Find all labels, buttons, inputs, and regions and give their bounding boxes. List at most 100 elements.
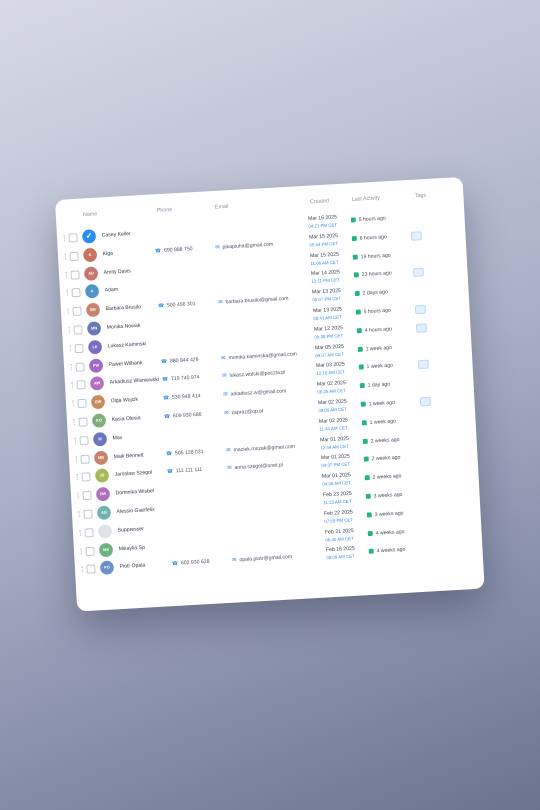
email-value[interactable]: maciek.roszak@gmail.com [226, 444, 295, 454]
row-checkbox[interactable] [77, 398, 87, 409]
contact-name[interactable]: Kiga [103, 251, 114, 257]
row-checkbox[interactable] [81, 472, 91, 482]
col-created-header[interactable]: Created [310, 198, 329, 205]
drag-handle-icon[interactable] [69, 345, 73, 352]
row-checkbox[interactable] [79, 435, 89, 446]
phone-value[interactable]: 609 930 686 [164, 412, 202, 420]
row-checkbox[interactable] [72, 306, 82, 317]
contact-name[interactable]: Maik Bennett [113, 452, 143, 460]
drag-handle-icon[interactable] [71, 382, 75, 389]
created-time: 12:44 AM CET [320, 443, 349, 450]
created-cell: Mar 01 2025 04:36 AM CET [322, 472, 352, 487]
row-checkbox[interactable] [83, 509, 93, 519]
phone-value[interactable]: 690 888 750 [155, 246, 193, 254]
col-email-header[interactable]: Email [215, 204, 229, 211]
contact-name[interactable]: Pawel Wilbank [109, 360, 143, 368]
phone-value[interactable]: 500 456 301 [158, 301, 196, 309]
drag-handle-icon[interactable] [70, 363, 74, 370]
drag-handle-icon[interactable] [78, 511, 82, 518]
row-checkbox[interactable] [68, 233, 78, 243]
created-cell: Mar 13 2025 05:07 PM CET [312, 288, 342, 303]
tag-badge[interactable] [419, 396, 431, 407]
row-checkbox[interactable] [86, 564, 96, 575]
tag-badge[interactable] [417, 360, 429, 370]
row-checkbox[interactable] [69, 251, 79, 261]
row-checkbox[interactable] [75, 362, 85, 372]
contact-name[interactable]: Dominika Wisbet [115, 488, 154, 496]
email-value[interactable]: lukasz.wolski@poczta.pl [222, 370, 285, 379]
row-checkbox[interactable] [71, 288, 81, 298]
drag-handle-icon[interactable] [75, 455, 79, 462]
drag-handle-icon[interactable] [68, 326, 72, 333]
tag-badge[interactable] [412, 267, 425, 278]
drag-handle-icon[interactable] [73, 418, 77, 425]
drag-handle-icon[interactable] [72, 400, 76, 407]
row-checkbox[interactable] [76, 380, 86, 390]
row-checkbox[interactable] [73, 325, 83, 335]
tag-badge[interactable] [414, 304, 427, 315]
contact-name[interactable]: Alessio Gianfelix [116, 507, 154, 515]
col-phone-header[interactable]: Phone [157, 207, 173, 214]
last-activity: 4 weeks ago [368, 529, 404, 537]
row-checkbox[interactable] [80, 454, 90, 464]
contact-name[interactable]: Amity Davis [104, 268, 131, 275]
drag-handle-icon[interactable] [81, 566, 85, 573]
drag-handle-icon[interactable] [76, 474, 80, 481]
email-value[interactable]: barbara.brusilo@gmail.com [218, 296, 288, 306]
contact-name[interactable]: Barbara Brusilo [106, 304, 142, 312]
contact-name[interactable]: Jaroslaw Szegol [114, 470, 152, 478]
drag-handle-icon[interactable] [80, 547, 84, 554]
row-checkbox[interactable] [84, 527, 94, 538]
tag-badge[interactable] [410, 231, 423, 241]
row-checkbox[interactable] [82, 491, 92, 501]
phone-value[interactable]: 719 740 974 [162, 375, 200, 383]
row-checkbox[interactable] [74, 343, 84, 353]
phone-value[interactable]: 602 930 628 [172, 559, 210, 567]
row-checkbox[interactable] [78, 417, 88, 427]
created-cell: Mar 02 2025 09:09 AM CET [318, 399, 348, 414]
contact-name[interactable]: Casey Keller [102, 231, 131, 239]
drag-handle-icon[interactable] [79, 529, 83, 536]
email-value[interactable]: arkadiusz.w@gmail.com [223, 389, 286, 398]
contact-name[interactable]: Mikaylia Sp [118, 544, 145, 551]
drag-handle-icon[interactable] [65, 271, 69, 278]
last-activity: 1 week ago [359, 363, 393, 371]
email-value[interactable]: opala.piotr@gmail.com [232, 555, 292, 564]
phone-value[interactable]: 505 128 031 [166, 449, 204, 457]
phone-value[interactable]: 530 948 414 [163, 393, 201, 401]
avatar: K [82, 247, 98, 263]
contact-name[interactable]: Max [112, 435, 122, 441]
avatar: A [84, 284, 100, 299]
last-activity: 4 hours ago [357, 326, 392, 334]
phone-value[interactable]: 880 844 429 [161, 357, 199, 365]
contact-name[interactable]: Piotr Opala [119, 563, 145, 570]
avatar: MB [93, 450, 109, 465]
drag-handle-icon[interactable] [63, 234, 67, 241]
email-value[interactable]: zapraz@op.pl [224, 408, 263, 416]
drag-handle-icon[interactable] [77, 492, 81, 499]
row-checkbox[interactable] [85, 546, 95, 556]
contact-name[interactable]: Olga Wojcik [110, 397, 138, 404]
tag-badge[interactable] [415, 323, 428, 333]
drag-handle-icon[interactable] [67, 308, 71, 315]
drag-handle-icon[interactable] [66, 289, 70, 297]
contact-name[interactable]: Arkadiusz Wisniewski [109, 377, 159, 386]
contact-name[interactable]: Adam [105, 287, 119, 294]
contact-name[interactable]: Suppresser [117, 526, 144, 533]
email-value[interactable]: pikapiuha@gmail.com [215, 242, 273, 251]
email-value[interactable]: monika.kaminska@gmail.com [221, 351, 297, 361]
email-value[interactable]: anna.szegol@onet.pl [227, 463, 283, 472]
drag-handle-icon[interactable] [64, 253, 68, 260]
avatar: PW [88, 358, 104, 373]
contact-name[interactable]: Kasia Olesia [111, 415, 140, 423]
avatar [97, 523, 113, 539]
created-time: 09:09 AM CET [318, 406, 347, 414]
row-checkbox[interactable] [70, 269, 80, 280]
drag-handle-icon[interactable] [74, 437, 78, 444]
col-last-activity-header[interactable]: Last Activity [352, 195, 380, 202]
col-tags-header[interactable]: Tags [415, 193, 427, 200]
col-name-header[interactable]: Name [83, 211, 98, 218]
contact-name[interactable]: Monika Nowak [107, 323, 141, 331]
phone-value[interactable]: 111 111 111 [167, 467, 203, 475]
contact-name[interactable]: Lukasz Kaminski [108, 341, 147, 349]
